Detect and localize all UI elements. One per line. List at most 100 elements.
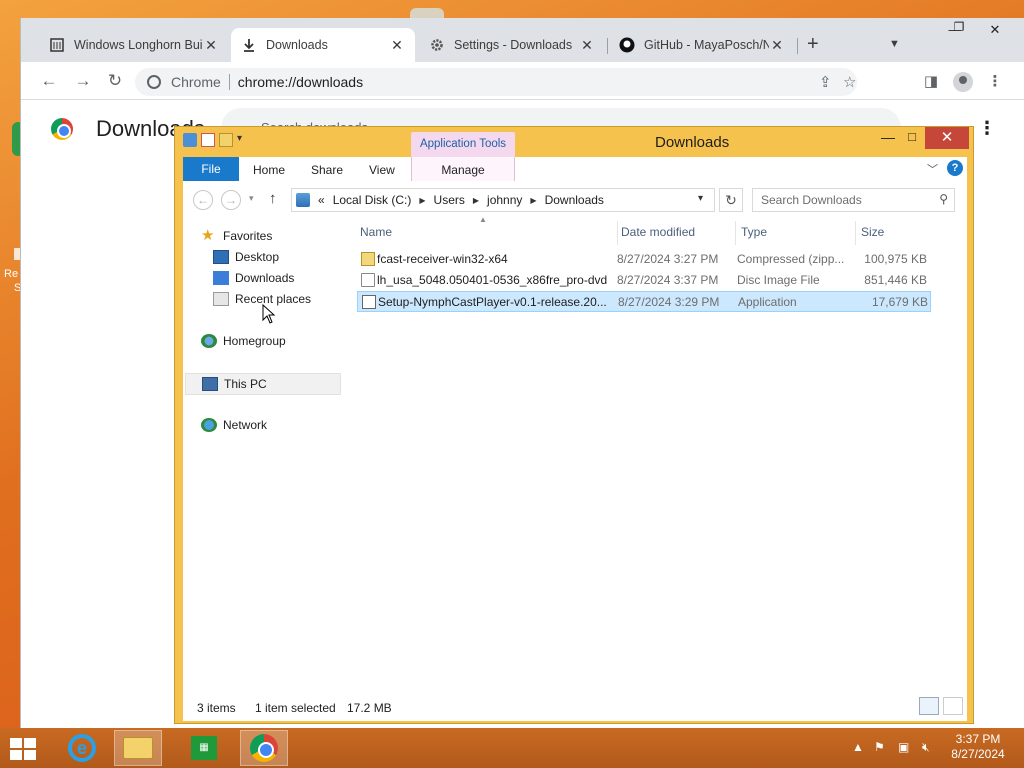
ribbon-tab-file[interactable]: File bbox=[183, 157, 239, 181]
file-date: 8/27/2024 3:29 PM bbox=[618, 295, 720, 309]
profile-avatar-icon[interactable] bbox=[953, 72, 973, 92]
close-window-icon[interactable]: ✕ bbox=[985, 22, 1005, 38]
tab-search-chevron-icon[interactable]: ▼ bbox=[889, 38, 900, 50]
bookmark-star-icon[interactable]: ☆ bbox=[843, 73, 856, 91]
close-window-icon[interactable]: ✕ bbox=[925, 127, 969, 149]
column-date-modified[interactable]: Date modified bbox=[621, 225, 695, 239]
taskbar-chrome[interactable] bbox=[240, 730, 288, 766]
close-icon[interactable]: ✕ bbox=[579, 37, 595, 54]
nav-homegroup[interactable]: Homegroup bbox=[201, 334, 286, 348]
side-panel-icon[interactable]: ◨ bbox=[921, 72, 941, 90]
column-name[interactable]: Name bbox=[360, 225, 392, 239]
details-view-icon[interactable] bbox=[919, 697, 939, 715]
chrome-toolbar: ← → ↻ Chrome chrome://downloads ⇪ ☆ ◨ ⋮ bbox=[21, 62, 1024, 100]
nav-desktop[interactable]: Desktop bbox=[213, 250, 279, 264]
qat-dropdown-icon[interactable]: ▾ bbox=[237, 133, 245, 147]
ribbon-tab-manage[interactable]: Manage bbox=[411, 157, 515, 181]
show-hidden-icons-icon[interactable]: ▲ bbox=[852, 740, 864, 754]
breadcrumb-overflow[interactable]: « bbox=[318, 193, 325, 207]
chrome-menu-icon[interactable]: ⋮ bbox=[985, 72, 1005, 90]
column-divider[interactable] bbox=[855, 221, 856, 245]
taskbar-internet-explorer[interactable]: e bbox=[58, 730, 106, 766]
back-arrow-icon[interactable]: ← bbox=[39, 72, 59, 90]
large-icons-view-icon[interactable] bbox=[943, 697, 963, 715]
network-tray-icon[interactable]: ▣ bbox=[898, 740, 909, 754]
taskbar-file-explorer[interactable] bbox=[114, 730, 162, 766]
taskbar-clock[interactable]: 3:37 PM 8/27/2024 bbox=[946, 732, 1010, 762]
tab-separator bbox=[607, 38, 608, 54]
tab-settings[interactable]: Settings - Downloads ✕ bbox=[419, 28, 605, 62]
breadcrumb-chevron-icon[interactable]: ▶ bbox=[419, 196, 425, 205]
tab-github[interactable]: GitHub - MayaPosch/N ✕ bbox=[609, 28, 795, 62]
refresh-icon[interactable]: ↻ bbox=[719, 188, 743, 212]
search-placeholder: Search Downloads bbox=[761, 193, 862, 207]
explorer-search-input[interactable]: Search Downloads ⚲ bbox=[752, 188, 955, 212]
breadcrumb-local-disk[interactable]: Local Disk (C:) bbox=[333, 193, 412, 207]
omnibox-url[interactable]: chrome://downloads bbox=[238, 74, 363, 90]
column-divider[interactable] bbox=[617, 221, 618, 245]
tab-longhorn[interactable]: Windows Longhorn Bui ✕ bbox=[39, 28, 229, 62]
nav-network[interactable]: Network bbox=[201, 418, 267, 432]
sort-ascending-icon: ▲ bbox=[479, 215, 487, 224]
share-icon[interactable]: ⇪ bbox=[819, 73, 832, 91]
forward-arrow-icon[interactable]: → bbox=[73, 72, 93, 90]
downloads-menu-icon[interactable]: ⋮ bbox=[978, 118, 996, 139]
properties-icon[interactable] bbox=[201, 133, 215, 147]
start-windows-icon[interactable] bbox=[10, 738, 38, 760]
column-divider[interactable] bbox=[735, 221, 736, 245]
file-row-selected[interactable]: Setup-NymphCastPlayer-v0.1-release.20...… bbox=[357, 291, 931, 312]
store-icon: ▦ bbox=[191, 736, 217, 760]
explorer-content: ★ Favorites Desktop Downloads Recent plac… bbox=[183, 215, 967, 691]
address-dropdown-icon[interactable]: ▾ bbox=[698, 193, 703, 204]
ribbon-tab-home[interactable]: Home bbox=[253, 157, 285, 181]
taskbar-store[interactable]: ▦ bbox=[180, 730, 228, 766]
forward-arrow-icon[interactable]: → bbox=[221, 190, 241, 210]
desktop-icon-recycle-bin[interactable]: Re S bbox=[0, 248, 22, 298]
file-date: 8/27/2024 3:27 PM bbox=[617, 252, 719, 266]
breadcrumb-chevron-icon[interactable]: ▶ bbox=[473, 196, 479, 205]
recent-locations-chevron-icon[interactable]: ▾ bbox=[249, 193, 254, 204]
file-date: 8/27/2024 3:37 PM bbox=[617, 273, 719, 287]
back-arrow-icon[interactable]: ← bbox=[193, 190, 213, 210]
expand-ribbon-chevron-icon[interactable]: ﹀ bbox=[927, 161, 938, 177]
star-icon: ★ bbox=[201, 227, 215, 244]
breadcrumb-downloads[interactable]: Downloads bbox=[545, 193, 604, 207]
tab-downloads[interactable]: Downloads ✕ bbox=[231, 28, 415, 62]
nav-favorites[interactable]: ★ Favorites bbox=[201, 227, 272, 244]
maximize-icon[interactable]: □ bbox=[901, 129, 923, 144]
reload-icon[interactable]: ↻ bbox=[105, 72, 125, 90]
omnibox[interactable]: Chrome chrome://downloads ⇪ ☆ bbox=[135, 68, 857, 96]
desktop-icon-partial[interactable] bbox=[0, 118, 24, 188]
close-icon[interactable]: ✕ bbox=[389, 37, 405, 54]
navigation-pane: ★ Favorites Desktop Downloads Recent plac… bbox=[183, 217, 341, 691]
ribbon-tab-view[interactable]: View bbox=[369, 157, 395, 181]
address-bar[interactable]: « Local Disk (C:) ▶ Users ▶ johnny ▶ Dow… bbox=[291, 188, 715, 212]
volume-muted-icon[interactable]: 🔇︎ bbox=[922, 740, 930, 755]
up-arrow-icon[interactable]: ↑ bbox=[269, 190, 277, 207]
status-size: 17.2 MB bbox=[347, 701, 392, 715]
ribbon-tab-share[interactable]: Share bbox=[311, 157, 343, 181]
pc-icon[interactable] bbox=[183, 133, 197, 147]
maximize-icon[interactable]: ❐ bbox=[949, 20, 969, 36]
address-bar-row: ← → ▾ ↑ « Local Disk (C:) ▶ Users ▶ john… bbox=[183, 181, 967, 217]
help-icon[interactable]: ? bbox=[947, 160, 963, 176]
column-type[interactable]: Type bbox=[741, 225, 767, 239]
close-icon[interactable]: ✕ bbox=[203, 37, 219, 54]
status-bar: 3 items 1 item selected 17.2 MB bbox=[183, 691, 967, 721]
close-icon[interactable]: ✕ bbox=[769, 37, 785, 54]
internet-explorer-icon: e bbox=[68, 734, 96, 762]
new-folder-icon[interactable] bbox=[219, 133, 233, 147]
column-size[interactable]: Size bbox=[861, 225, 884, 239]
new-tab-button[interactable]: + bbox=[807, 34, 819, 54]
explorer-titlebar[interactable]: ▾ Application Tools Downloads — □ ✕ bbox=[175, 127, 973, 158]
minimize-icon[interactable]: — bbox=[877, 129, 899, 145]
breadcrumb-chevron-icon[interactable]: ▶ bbox=[530, 196, 536, 205]
file-row[interactable]: lh_usa_5048.050401-0536_x86fre_pro-dvd 8… bbox=[357, 270, 931, 291]
breadcrumb-johnny[interactable]: johnny bbox=[487, 193, 522, 207]
action-center-flag-icon[interactable]: ⚑ bbox=[874, 740, 885, 754]
nav-downloads[interactable]: Downloads bbox=[213, 271, 294, 285]
breadcrumb-users[interactable]: Users bbox=[434, 193, 465, 207]
file-row[interactable]: fcast-receiver-win32-x64 8/27/2024 3:27 … bbox=[357, 249, 931, 270]
download-icon bbox=[241, 37, 257, 53]
nav-this-pc[interactable]: This PC bbox=[185, 373, 341, 395]
